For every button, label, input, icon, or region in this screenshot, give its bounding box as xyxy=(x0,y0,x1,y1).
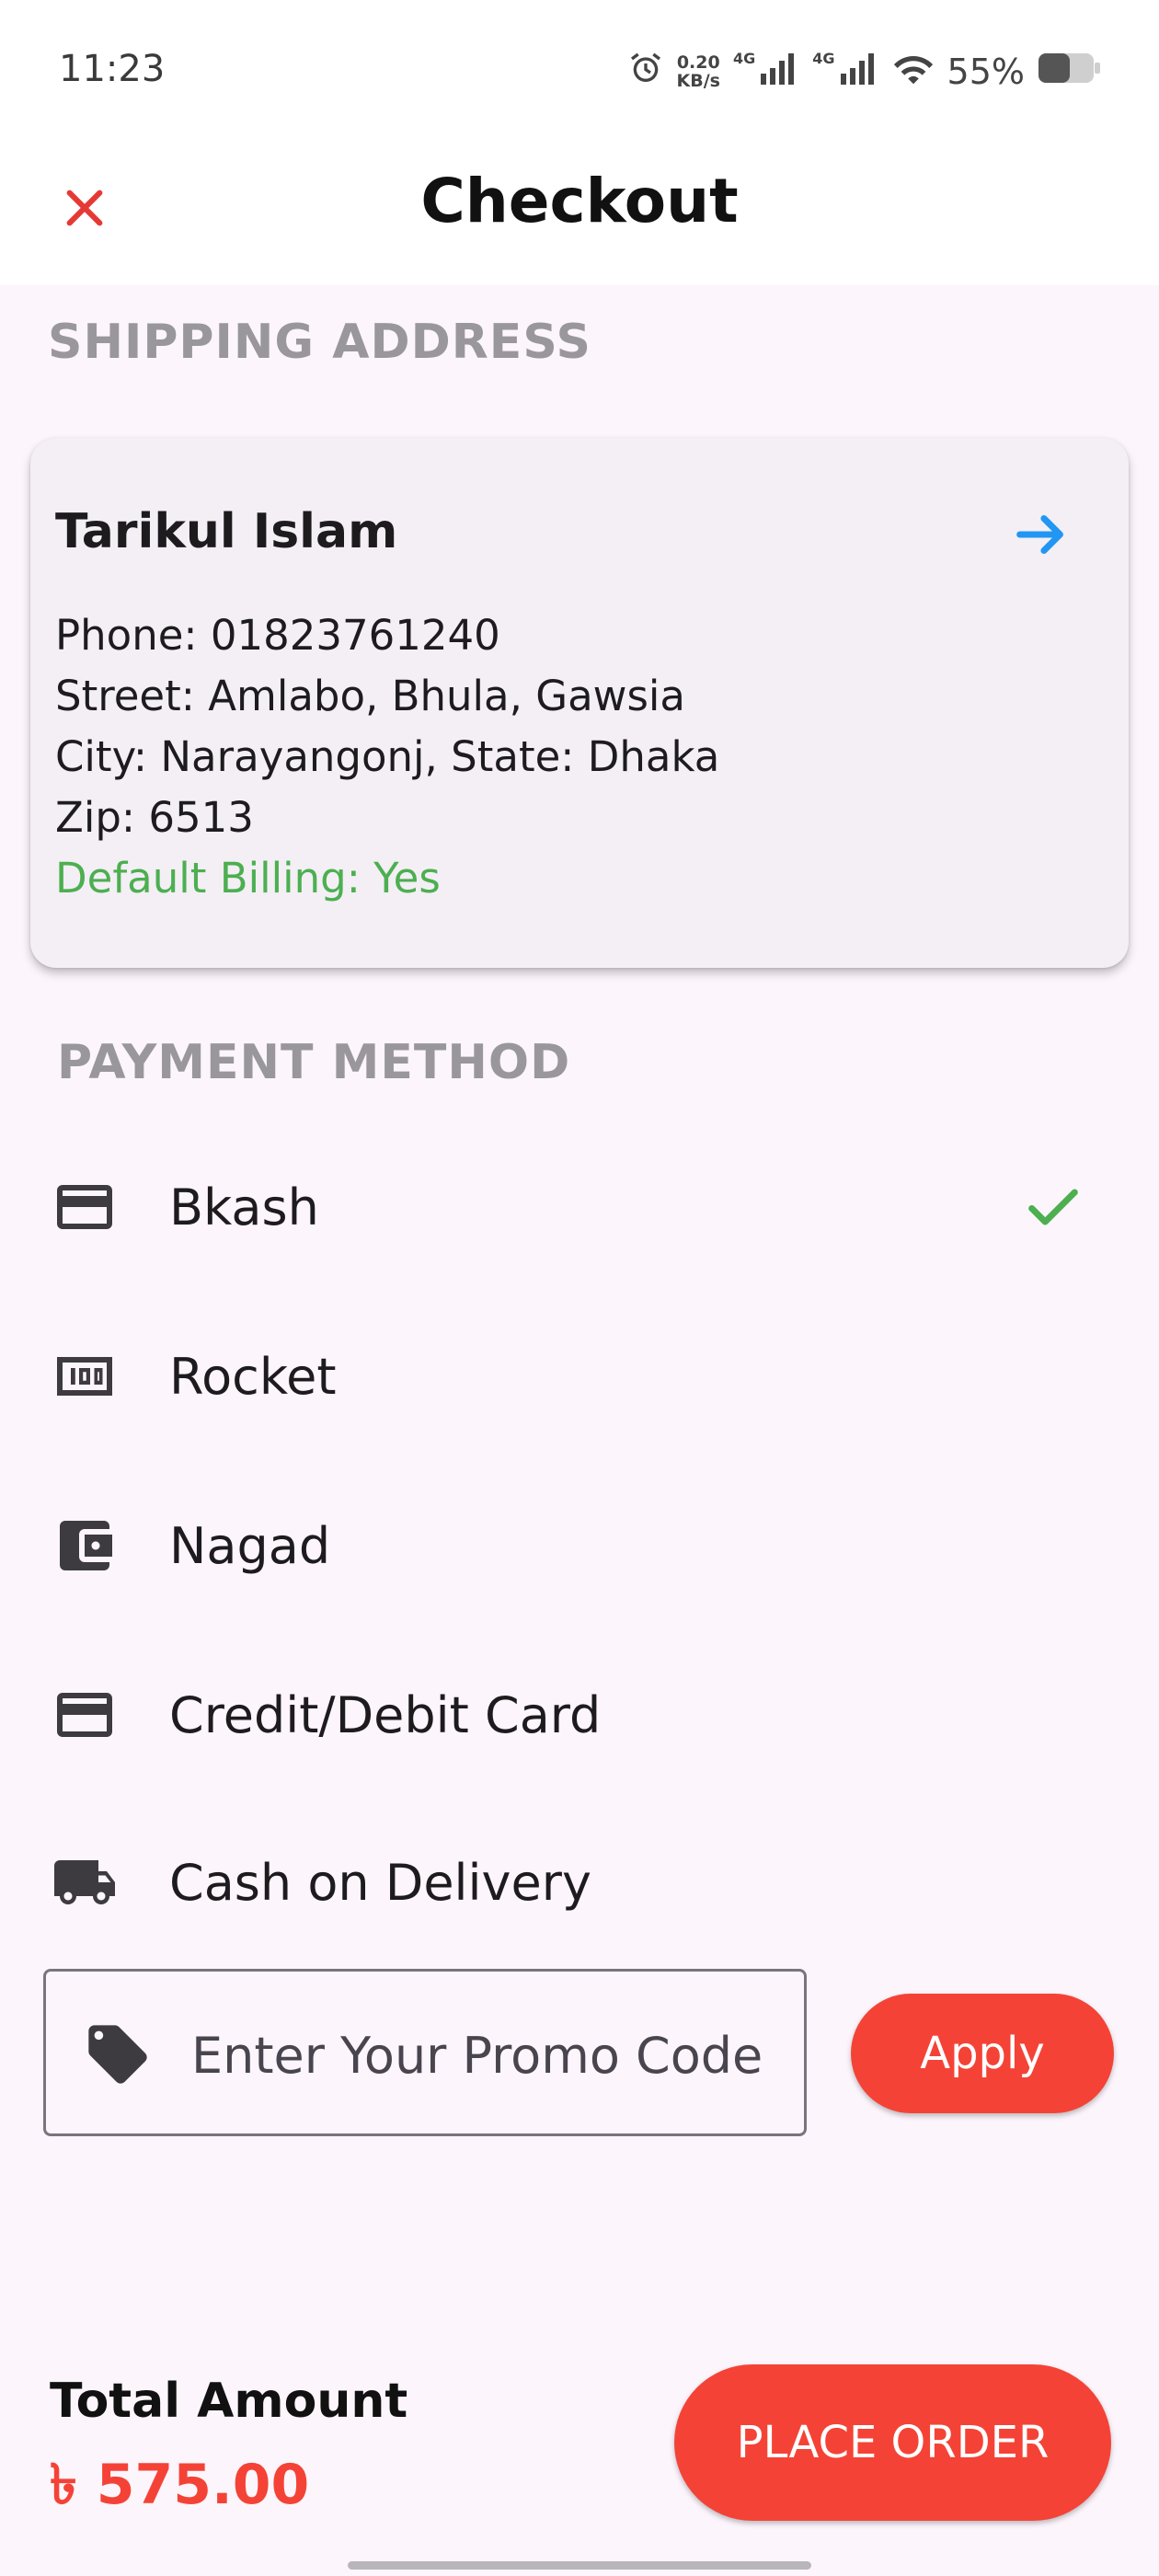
battery-percent: 55% xyxy=(947,52,1025,92)
net-speed: 0.20 KB/s xyxy=(677,53,720,90)
payment-option-cod[interactable]: Cash on Delivery xyxy=(0,1798,1159,1967)
net-speed-unit: KB/s xyxy=(676,71,720,91)
address-default-billing: Default Billing: Yes xyxy=(55,854,441,903)
money-icon xyxy=(52,1343,118,1409)
alarm-icon xyxy=(627,50,664,95)
battery-icon xyxy=(1038,52,1102,93)
place-order-button[interactable]: PLACE ORDER xyxy=(674,2364,1111,2521)
address-name: Tarikul Islam xyxy=(55,504,398,559)
signal-label-2: 4G xyxy=(812,50,835,67)
address-phone: Phone: 01823761240 xyxy=(55,611,500,660)
payment-option-label: Nagad xyxy=(169,1516,331,1575)
address-street: Street: Amlabo, Bhula, Gawsia xyxy=(55,672,685,720)
apply-button[interactable]: Apply xyxy=(851,1994,1114,2113)
status-time: 11:23 xyxy=(59,48,166,90)
payment-option-rocket[interactable]: Rocket xyxy=(0,1292,1159,1461)
page-title: Checkout xyxy=(420,166,739,236)
payment-option-label: Rocket xyxy=(169,1347,337,1406)
address-city-state: City: Narayangonj, State: Dhaka xyxy=(55,732,720,781)
payment-option-nagad[interactable]: Nagad xyxy=(0,1461,1159,1630)
promo-code-field[interactable] xyxy=(43,1969,807,2136)
address-zip: Zip: 6513 xyxy=(55,793,254,842)
payment-section-title: PAYMENT METHOD xyxy=(57,1035,571,1090)
home-indicator[interactable] xyxy=(348,2561,811,2570)
signal-label-1: 4G xyxy=(733,50,756,67)
shipping-section-title: SHIPPING ADDRESS xyxy=(48,315,591,370)
shipping-address-card[interactable]: Tarikul Islam Phone: 01823761240 Street:… xyxy=(30,438,1129,968)
credit-card-icon xyxy=(52,1174,118,1240)
edit-address-button[interactable] xyxy=(1009,502,1073,567)
check-icon xyxy=(1021,1175,1085,1239)
payment-option-label: Cash on Delivery xyxy=(169,1853,591,1912)
credit-card-icon xyxy=(52,1682,118,1748)
status-icons: 0.20 KB/s 4G 4G 55% xyxy=(627,46,1102,98)
promo-code-input[interactable] xyxy=(189,2008,782,2102)
total-amount-label: Total Amount xyxy=(50,2374,408,2429)
payment-option-label: Credit/Debit Card xyxy=(169,1685,602,1744)
payment-option-card[interactable]: Credit/Debit Card xyxy=(0,1630,1159,1800)
total-amount-value: ৳ 575.00 xyxy=(50,2453,310,2517)
arrow-right-icon xyxy=(1016,515,1063,554)
truck-icon xyxy=(52,1849,118,1915)
net-speed-value: 0.20 xyxy=(676,52,720,73)
address-details: Phone: 01823761240 Street: Amlabo, Bhula… xyxy=(55,605,719,909)
tag-icon xyxy=(83,2019,153,2089)
payment-option-bkash[interactable]: Bkash xyxy=(0,1122,1159,1292)
signal-icon xyxy=(759,52,799,93)
signal-icon xyxy=(839,52,879,93)
app-bar: Checkout xyxy=(0,138,1159,285)
wifi-icon xyxy=(892,50,935,95)
status-bar: 11:23 0.20 KB/s 4G 4G 55% xyxy=(0,0,1159,138)
payment-option-label: Bkash xyxy=(169,1178,319,1236)
wallet-icon xyxy=(52,1512,118,1579)
